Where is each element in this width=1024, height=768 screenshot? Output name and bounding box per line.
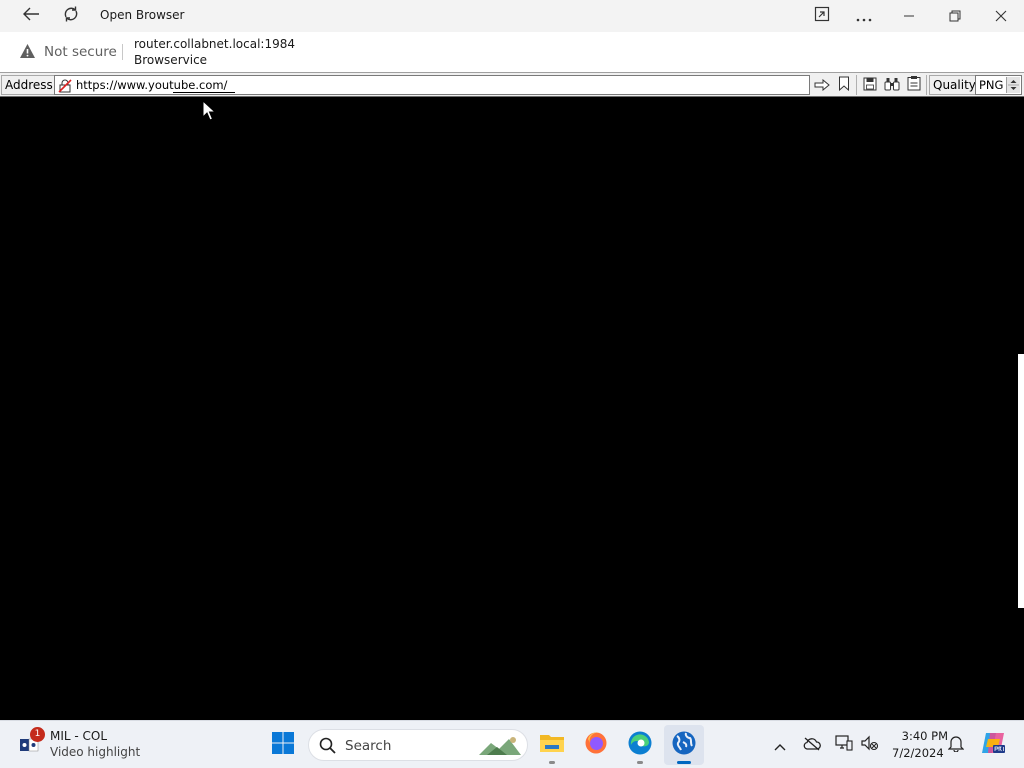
taskbar: 1 MIL - COL Video highlight Search 3:40 …	[0, 720, 1024, 768]
save-icon	[863, 76, 877, 95]
address-label: Address	[1, 75, 57, 95]
back-arrow-icon	[22, 6, 40, 26]
copilot-icon	[980, 731, 1006, 759]
toolbar-separator	[856, 75, 857, 95]
search-placeholder: Search	[345, 738, 392, 754]
edge-button[interactable]	[620, 725, 660, 765]
open-browser-app-button[interactable]	[664, 725, 704, 765]
save-page-button[interactable]	[860, 76, 880, 94]
bell-icon	[947, 734, 965, 756]
show-hidden-icons-button[interactable]	[768, 733, 792, 757]
start-button[interactable]	[263, 725, 303, 765]
clock-date[interactable]: 7/2/2024	[892, 746, 944, 760]
url-selection-underline	[173, 92, 235, 93]
file-explorer-button[interactable]	[532, 725, 572, 765]
window-title: Open Browser	[100, 8, 185, 22]
page-viewport[interactable]	[0, 98, 1024, 720]
find-button[interactable]	[882, 76, 902, 94]
firefox-icon	[584, 731, 608, 759]
active-indicator	[677, 761, 691, 764]
minimize-button[interactable]	[886, 0, 932, 32]
back-button[interactable]	[14, 0, 48, 32]
go-arrow-icon	[814, 76, 830, 95]
copilot-button[interactable]	[979, 733, 1007, 757]
refresh-button[interactable]	[54, 0, 88, 32]
app-actions-button[interactable]	[804, 0, 840, 32]
bookmark-icon	[838, 76, 850, 95]
clipboard-button[interactable]	[904, 76, 924, 94]
insecure-lock-icon	[58, 78, 72, 97]
binoculars-icon	[884, 76, 900, 95]
host-address: router.collabnet.local:1984	[134, 37, 295, 51]
not-secure-label[interactable]: Not secure	[44, 44, 117, 60]
address-field[interactable]: https://www.youtube.com/	[54, 75, 810, 95]
cloud-offline-icon	[803, 736, 821, 755]
quality-spinner-icon[interactable]	[1006, 77, 1020, 93]
minimize-icon	[903, 7, 915, 26]
warning-icon[interactable]	[19, 43, 36, 63]
divider	[122, 44, 123, 60]
toolbar-separator	[926, 75, 927, 95]
close-icon	[995, 7, 1007, 26]
clock-time[interactable]: 3:40 PM	[892, 729, 948, 743]
bookmark-button[interactable]	[834, 76, 854, 94]
side-panel-edge[interactable]	[1018, 354, 1024, 608]
quality-label: Quality	[929, 75, 980, 95]
widget-title: MIL - COL	[50, 729, 108, 743]
app-name: Browservice	[134, 53, 208, 67]
volume-button[interactable]	[858, 733, 882, 757]
network-button[interactable]	[832, 733, 856, 757]
quality-value: PNG	[979, 78, 1004, 92]
running-indicator	[549, 761, 555, 764]
app-open-icon	[814, 6, 830, 26]
chevron-up-icon	[774, 736, 786, 755]
screen: Open Browser Not secure router.collabnet…	[0, 0, 1024, 768]
speaker-muted-icon	[861, 735, 879, 755]
taskbar-search[interactable]: Search	[308, 729, 528, 761]
mouse-pointer-icon	[202, 99, 217, 126]
widget-subtitle: Video highlight	[50, 745, 141, 759]
browser-toolbar: Address https://www.youtube.com/ Quality…	[0, 72, 1024, 97]
close-button[interactable]	[978, 0, 1024, 32]
search-highlight-icon	[477, 733, 523, 763]
windows-logo-icon	[271, 731, 295, 759]
app-titlebar: Open Browser	[0, 0, 1024, 32]
restore-icon	[949, 7, 961, 26]
go-button[interactable]	[812, 76, 832, 94]
edge-icon	[627, 730, 653, 760]
globe-icon	[671, 730, 697, 760]
firefox-button[interactable]	[576, 725, 616, 765]
running-indicator	[637, 761, 643, 764]
news-widget[interactable]: 1 MIL - COL Video highlight	[18, 727, 158, 763]
search-icon	[319, 737, 336, 758]
restore-button[interactable]	[932, 0, 978, 32]
url-text[interactable]: https://www.youtube.com/	[76, 77, 227, 93]
refresh-icon	[62, 5, 80, 27]
onedrive-button[interactable]	[800, 733, 824, 757]
more-dots-icon	[856, 7, 872, 26]
more-options-button[interactable]	[846, 0, 882, 32]
folder-icon	[539, 732, 565, 758]
quality-select[interactable]: PNG	[975, 75, 1022, 95]
clipboard-icon	[907, 75, 921, 95]
notification-badge: 1	[30, 727, 45, 742]
notifications-button[interactable]	[944, 733, 968, 757]
network-icon	[835, 735, 853, 755]
